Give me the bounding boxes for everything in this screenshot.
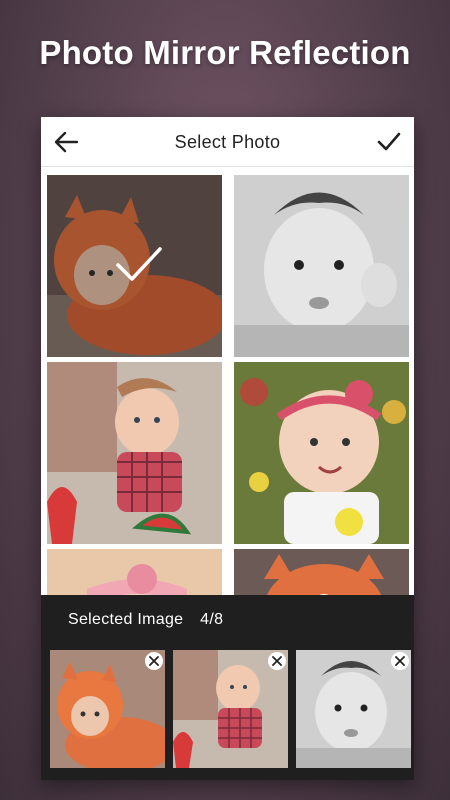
remove-thumbnail-button[interactable] (145, 652, 163, 670)
selected-thumbnails (50, 650, 411, 768)
selected-thumbnail[interactable] (50, 650, 165, 768)
selected-checkmark-icon (116, 247, 162, 281)
close-icon (272, 656, 282, 666)
selected-count: 4/8 (200, 611, 224, 628)
photo-headband (234, 362, 409, 544)
selected-label: Selected Image (68, 611, 184, 628)
checkmark-icon[interactable] (376, 129, 402, 155)
app-screen: Select Photo Selected Image 4/8 (41, 117, 414, 780)
photo-tile-grayscale[interactable] (234, 175, 409, 357)
toolbar: Select Photo (41, 117, 414, 167)
close-icon (395, 656, 405, 666)
photo-tile-fox-costume[interactable] (47, 175, 222, 357)
photo-grayscale (234, 175, 409, 357)
photo-watermelon (47, 362, 222, 544)
selected-tray: Selected Image 4/8 (41, 595, 414, 780)
selected-label-row: Selected Image 4/8 (68, 611, 223, 629)
photo-tile-watermelon[interactable] (47, 362, 222, 544)
close-icon (149, 656, 159, 666)
screen-title: Select Photo (174, 132, 281, 152)
selected-thumbnail[interactable] (173, 650, 288, 768)
selected-thumbnail[interactable] (296, 650, 411, 768)
promo-title: Photo Mirror Reflection (39, 34, 411, 71)
remove-thumbnail-button[interactable] (391, 652, 409, 670)
photo-tile-headband[interactable] (234, 362, 409, 544)
remove-thumbnail-button[interactable] (268, 652, 286, 670)
